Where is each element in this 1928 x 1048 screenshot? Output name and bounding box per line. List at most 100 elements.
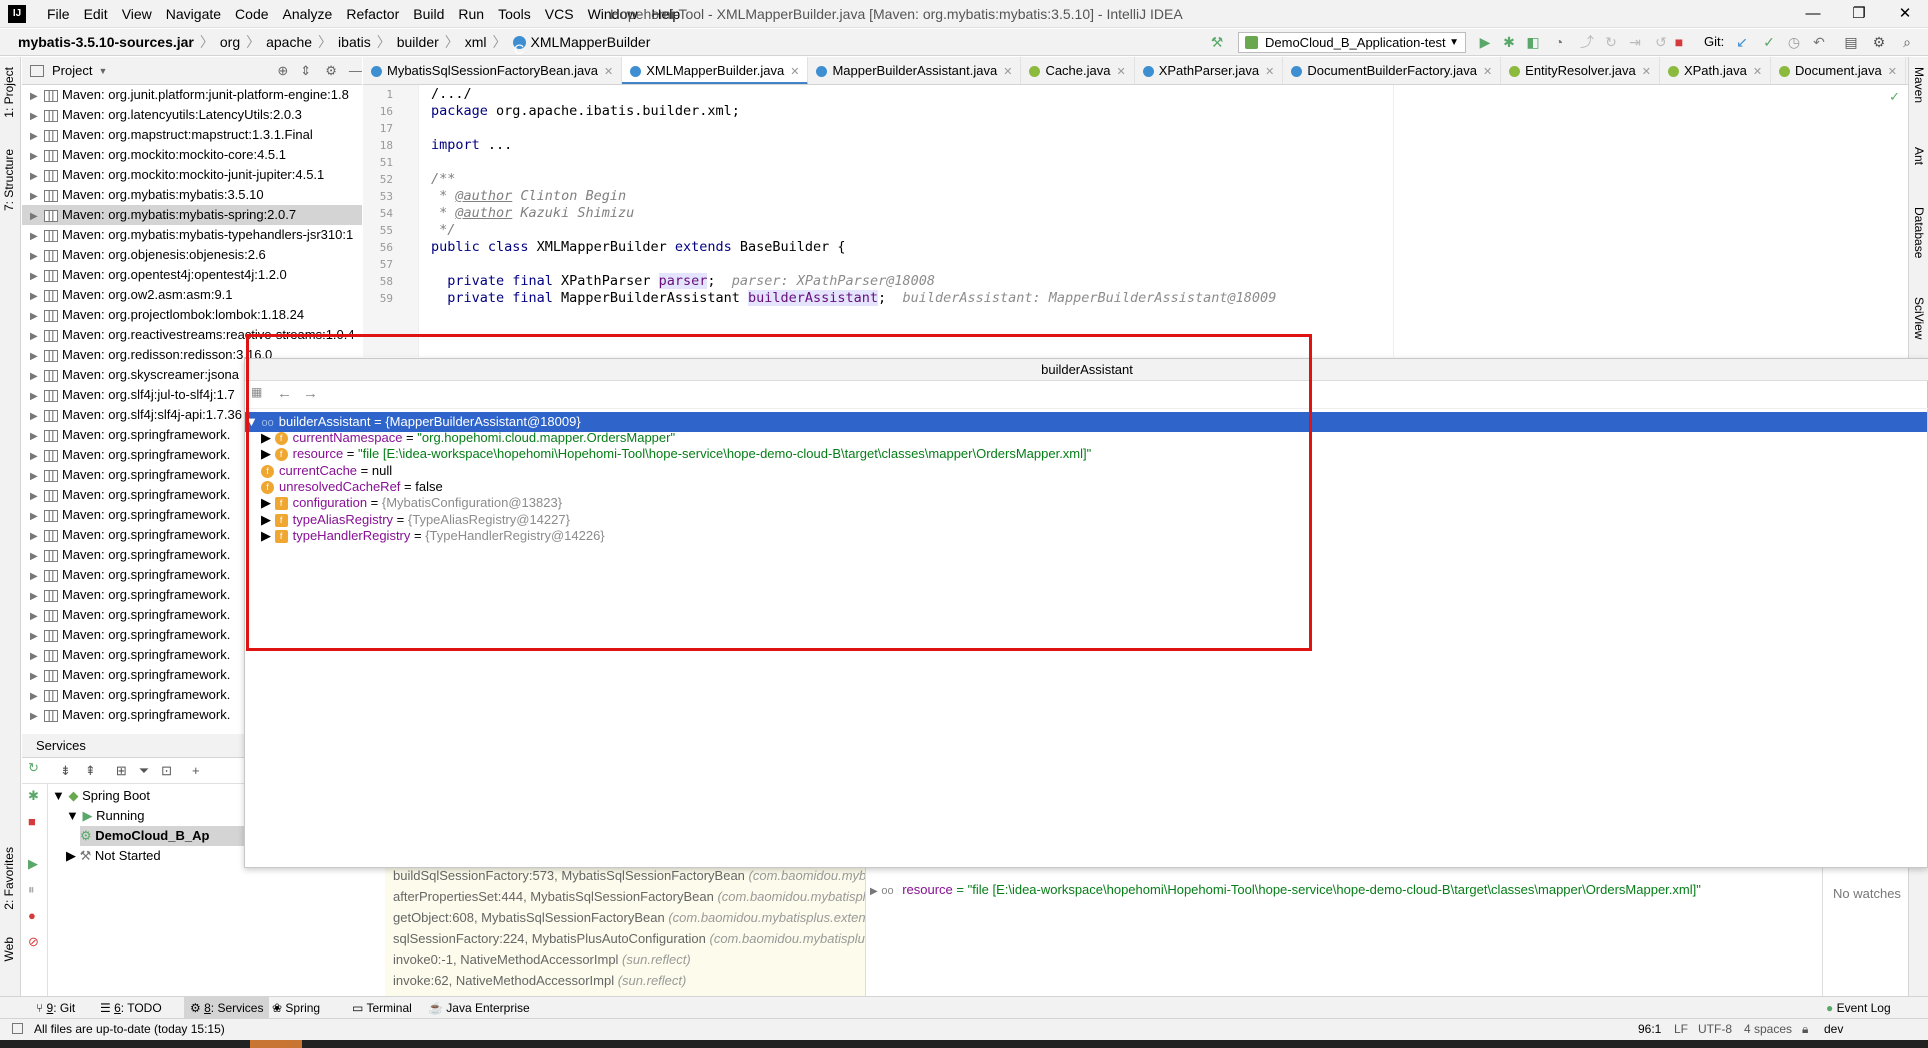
project-tree-item[interactable]: ▶ Maven: org.mybatis:mybatis:3.5.10 [22,185,362,205]
stop-all-icon[interactable]: ⇥ [1626,33,1644,51]
stack-frame[interactable]: invoke0:-1, NativeMethodAccessorImpl (su… [385,950,865,971]
project-tree-item[interactable]: ▶ Maven: org.junit.platform:junit-platfor… [22,85,362,105]
expand-triangle-icon[interactable]: ▶ [870,886,878,897]
collapse-triangle-icon[interactable]: ▼ [52,788,68,803]
services-tree-item[interactable]: ▶ ⚒ Not Started [66,846,161,866]
close-tab-icon[interactable]: ✕ [1483,66,1492,78]
profile-icon[interactable]: ◔ [1550,33,1568,51]
expand-triangle-icon[interactable]: ▶ [30,167,44,187]
breadcrumb-item[interactable]: mybatis-3.5.10-sources.jar [18,29,194,56]
tool-tab[interactable]: ⑂ 9: Git [36,997,75,1019]
stack-frame[interactable]: invoke:62, NativeMethodAccessorImpl (sun… [385,971,865,992]
expand-triangle-icon[interactable]: ▶ [30,467,44,487]
breadcrumb-item[interactable]: XMLMapperBuilder [531,29,651,56]
web-tool-button[interactable]: Web [2,937,16,961]
settings-icon[interactable]: ⚙ [1870,33,1888,51]
tool-tab[interactable]: ☕ Java Enterprise [428,997,530,1019]
expand-triangle-icon[interactable]: ▶ [30,247,44,267]
expand-triangle-icon[interactable]: ▶ [30,187,44,207]
menu-vcs[interactable]: VCS [538,0,581,28]
popup-field-row[interactable]: ▶ f typeHandlerRegistry = {TypeHandlerReg… [245,526,1927,546]
expand-triangle-icon[interactable]: ▶ [30,587,44,607]
stack-frame[interactable]: getObject:608, MybatisSqlSessionFactoryB… [385,908,865,929]
maven-tool-button[interactable]: Maven [1912,67,1926,103]
expand-triangle-icon[interactable]: ▶ [261,430,275,445]
tool-tab[interactable]: ⚙ 8: Services [184,997,270,1019]
expand-triangle-icon[interactable]: ▶ [30,487,44,507]
hide-icon[interactable]: — [349,63,362,78]
git-rollback-icon[interactable]: ↶ [1810,33,1828,51]
services-tree-item[interactable]: ▼ ▶ Running [66,806,145,826]
stack-frame[interactable]: buildSqlSessionFactory:573, MybatisSqlSe… [385,866,865,887]
project-tree-item[interactable]: ▶ Maven: org.latencyutils:LatencyUtils:2.… [22,105,362,125]
debug-icon[interactable]: ✱ [28,788,39,804]
editor-tab[interactable]: Cache.java ✕ [1021,57,1135,84]
menu-code[interactable]: Code [228,0,275,28]
project-tree-item[interactable]: ▶ Maven: org.mockito:mockito-junit-jupite… [22,165,362,185]
sciview-tool-button[interactable]: SciView [1912,297,1926,339]
expand-triangle-icon[interactable]: ▶ [30,507,44,527]
expand-triangle-icon[interactable]: ▶ [30,307,44,327]
menu-tools[interactable]: Tools [491,0,538,28]
menu-run[interactable]: Run [451,0,491,28]
minimize-button[interactable]: — [1790,0,1836,28]
favorites-tool-button[interactable]: 2: Favorites [2,847,16,910]
expand-triangle-icon[interactable]: ▶ [261,512,275,527]
git-update-icon[interactable]: ↙ [1733,33,1751,51]
breadcrumb-item[interactable]: apache [266,29,312,56]
ant-tool-button[interactable]: Ant [1912,147,1926,165]
structure-tool-button[interactable]: 7: Structure [2,149,16,211]
expand-triangle-icon[interactable]: ▶ [30,227,44,247]
close-tab-icon[interactable]: ✕ [1265,66,1274,78]
breadcrumb-item[interactable]: org [220,29,240,56]
close-tab-icon[interactable]: ✕ [604,66,613,78]
close-tab-icon[interactable]: ✕ [1116,66,1125,78]
expand-triangle-icon[interactable]: ▶ [261,446,275,461]
project-tree-item[interactable]: ▶ Maven: org.objenesis:objenesis:2.6 [22,245,362,265]
forward-arrow-icon[interactable]: → [303,385,318,402]
breadcrumb-item[interactable]: builder [397,29,439,56]
expand-triangle-icon[interactable]: ▶ [30,267,44,287]
expand-triangle-icon[interactable]: ▶ [30,387,44,407]
run-configuration-select[interactable]: DemoCloud_B_Application-test ▼ [1238,32,1466,53]
mute-breakpoints-icon[interactable]: ⊘ [28,934,39,950]
expand-triangle-icon[interactable]: ▶ [30,667,44,687]
project-tree-item[interactable]: ▶ Maven: org.opentest4j:opentest4j:1.2.0 [22,265,362,285]
menu-analyze[interactable]: Analyze [276,0,340,28]
breadcrumb-item[interactable]: xml [465,29,487,56]
menu-build[interactable]: Build [406,0,451,28]
editor-tab[interactable]: Document.java ✕ [1771,57,1906,84]
variable-row[interactable]: ▶ oo resource = "file [E:\idea-workspace… [866,880,1822,900]
tool-tab[interactable]: ▭ Terminal [352,997,412,1019]
collapse-triangle-icon[interactable]: ▼ [66,808,82,823]
stack-frame[interactable]: sqlSessionFactory:224, MybatisPlusAutoCo… [385,929,865,950]
expand-triangle-icon[interactable]: ▶ [30,607,44,627]
editor-tab[interactable]: MapperBuilderAssistant.java ✕ [808,57,1022,84]
close-tab-icon[interactable]: ✕ [790,66,799,78]
gear-icon[interactable]: ⚙ [325,63,337,79]
view-breakpoints-icon[interactable]: ● [28,908,36,923]
project-tree-item[interactable]: ▶ Maven: org.mybatis:mybatis-spring:2.0.7 [22,205,362,225]
expand-triangle-icon[interactable]: ▶ [30,147,44,167]
expand-triangle-icon[interactable]: ▶ [30,567,44,587]
editor-tab[interactable]: XMLMapperBuilder.java ✕ [622,57,809,84]
debug-icon[interactable]: ✱ [1500,33,1518,51]
rerun-icon[interactable]: ↻ [28,760,39,776]
menu-file[interactable]: File [40,0,77,28]
git-branch[interactable]: dev [1824,1022,1843,1036]
expand-triangle-icon[interactable]: ▶ [30,647,44,667]
reload-icon[interactable]: ↺ [1652,33,1670,51]
expand-triangle-icon[interactable]: ▶ [30,627,44,647]
run-icon[interactable]: ▶ [1476,33,1494,51]
expand-triangle-icon[interactable]: ▶ [30,527,44,547]
expand-triangle-icon[interactable]: ▶ [30,107,44,127]
close-tab-icon[interactable]: ✕ [1003,66,1012,78]
tree-icon[interactable]: ▦ [251,385,262,399]
expand-triangle-icon[interactable]: ▶ [261,528,275,543]
tool-tab[interactable]: ☰ 6: TODO [100,997,162,1019]
project-tree-item[interactable]: ▶ Maven: org.reactivestreams:reactive-str… [22,325,362,345]
editor-tab[interactable]: EntityResolver.java ✕ [1501,57,1660,84]
chevron-down-icon[interactable]: ▼ [98,66,107,76]
expand-all-icon[interactable]: ⇟ [60,763,71,779]
git-commit-icon[interactable]: ✓ [1760,33,1778,51]
